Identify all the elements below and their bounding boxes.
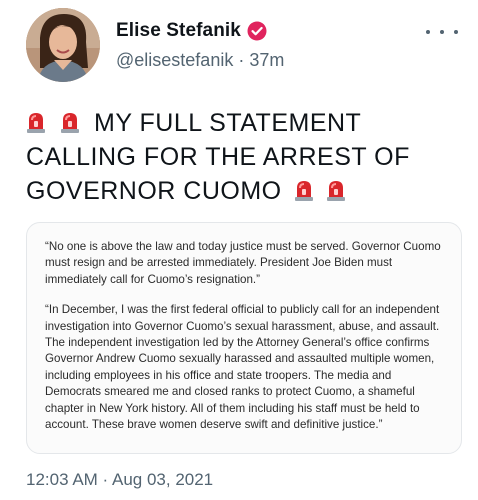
tweet-header: Elise Stefanik @elisestefanik · 37m [26, 8, 466, 84]
author-handle-row: @elisestefanik · 37m [116, 50, 284, 71]
avatar-photo [26, 8, 100, 82]
dot [426, 30, 430, 34]
dot [454, 30, 458, 34]
tweet-line-1: MY FULL STATEMENT [26, 106, 466, 140]
dot [440, 30, 444, 34]
police-siren-icon [294, 177, 314, 201]
statement-paragraph-1: “No one is above the law and today justi… [45, 240, 441, 286]
tweet-text: MY FULL STATEMENT CALLING FOR THE ARREST… [26, 106, 466, 208]
tweet-text-line: GOVERNOR CUOMO [26, 177, 282, 205]
time-ago[interactable]: 37m [249, 50, 284, 70]
author-name-row: Elise Stefanik [116, 20, 267, 42]
police-siren-icon [326, 177, 346, 201]
tweet-timestamp[interactable]: 12:03 AM · Aug 03, 2021 [26, 470, 213, 490]
verified-badge-icon [247, 21, 267, 41]
author-display-name[interactable]: Elise Stefanik [116, 20, 241, 42]
author-handle[interactable]: @elisestefanik [116, 50, 233, 70]
statement-text: “No one is above the law and today justi… [45, 239, 443, 447]
statement-paragraph-2: “In December, I was the first federal of… [45, 303, 440, 432]
meta-separator: · [233, 50, 250, 70]
tweet-text-line: MY FULL STATEMENT [94, 109, 362, 137]
police-siren-icon [60, 109, 80, 133]
police-siren-icon [26, 109, 46, 133]
more-options-icon[interactable] [426, 22, 458, 42]
author-avatar[interactable] [26, 8, 100, 82]
tweet-line-3: GOVERNOR CUOMO [26, 174, 466, 208]
statement-image[interactable]: “No one is above the law and today justi… [26, 222, 462, 454]
tweet-line-2: CALLING FOR THE ARREST OF [26, 143, 410, 171]
